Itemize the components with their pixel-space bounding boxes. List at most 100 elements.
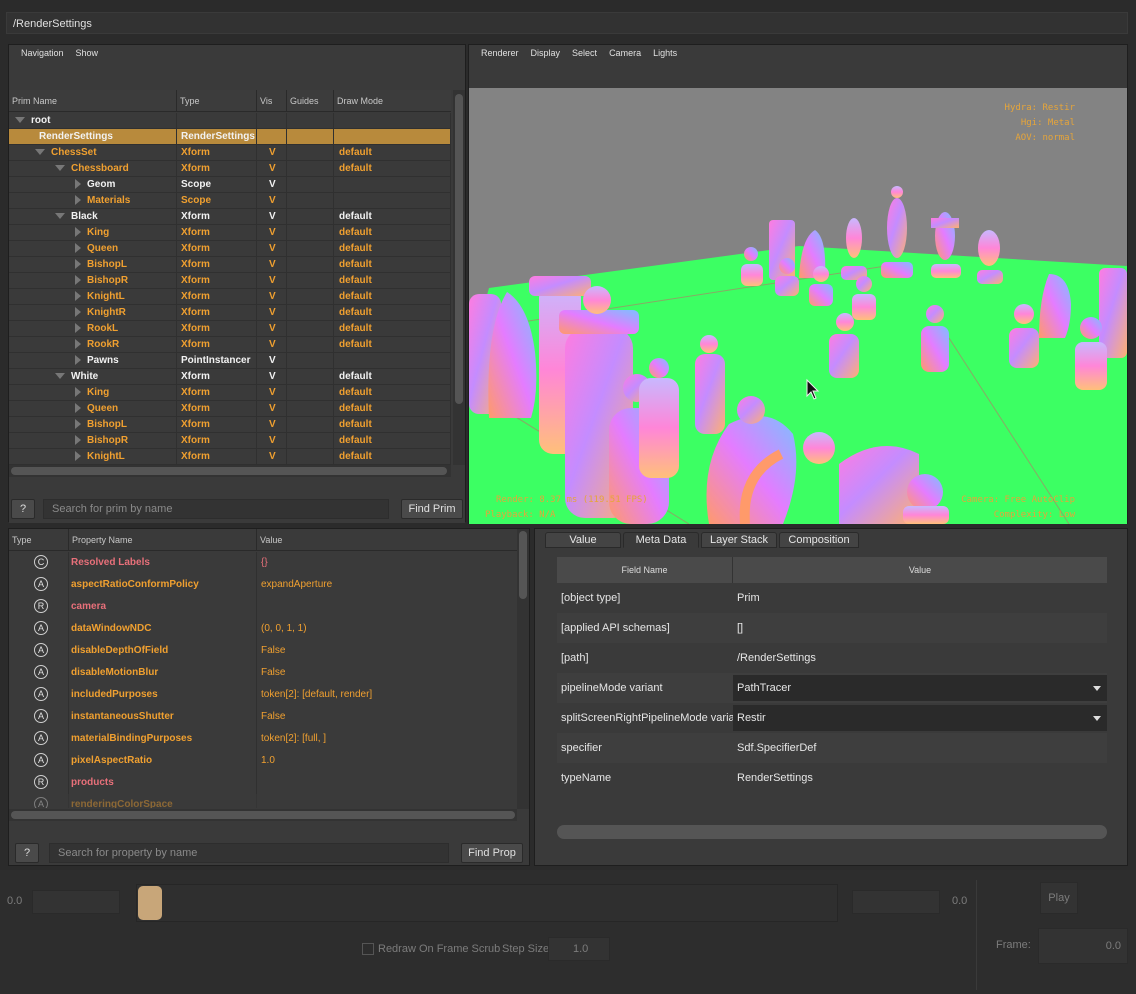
- prim-row[interactable]: BishopL Xform Vdefault: [9, 257, 451, 273]
- prim-row[interactable]: root: [9, 113, 451, 129]
- variant-dropdown[interactable]: Restir: [733, 705, 1107, 731]
- variant-dropdown[interactable]: PathTracer: [733, 675, 1107, 701]
- menu-display[interactable]: Display: [531, 48, 561, 87]
- prim-row[interactable]: Chessboard Xform Vdefault: [9, 161, 451, 177]
- property-row[interactable]: Rproducts: [9, 772, 517, 794]
- property-row[interactable]: Rcamera: [9, 596, 517, 618]
- prim-row[interactable]: Black Xform Vdefault: [9, 209, 451, 225]
- property-help-button[interactable]: ?: [15, 843, 39, 863]
- expand-right-icon[interactable]: [75, 435, 81, 446]
- col-draw-mode[interactable]: Draw Mode: [334, 90, 451, 111]
- prim-horizontal-scrollbar[interactable]: [9, 465, 451, 477]
- expand-right-icon[interactable]: [75, 403, 81, 414]
- col-guides[interactable]: Guides: [287, 90, 334, 111]
- expand-right-icon[interactable]: [75, 227, 81, 238]
- menu-navigation[interactable]: Navigation: [21, 48, 64, 91]
- tab-layer-stack[interactable]: Layer Stack: [701, 532, 777, 548]
- range-end-field[interactable]: [852, 890, 940, 914]
- scroll-thumb[interactable]: [455, 94, 463, 404]
- col-field-name[interactable]: Field Name: [557, 557, 733, 583]
- expand-right-icon[interactable]: [75, 339, 81, 350]
- frame-slider-handle[interactable]: [138, 886, 162, 920]
- prim-row[interactable]: BishopR Xform Vdefault: [9, 433, 451, 449]
- prim-row[interactable]: KnightR Xform Vdefault: [9, 305, 451, 321]
- prim-row[interactable]: King Xform Vdefault: [9, 385, 451, 401]
- find-prop-button[interactable]: Find Prop: [461, 843, 523, 863]
- expand-down-icon[interactable]: [15, 117, 25, 124]
- prim-row[interactable]: KnightL Xform Vdefault: [9, 449, 451, 465]
- prim-row[interactable]: Queen Xform Vdefault: [9, 401, 451, 417]
- menu-select[interactable]: Select: [572, 48, 597, 87]
- tab-meta-data[interactable]: Meta Data: [623, 532, 699, 548]
- property-row[interactable]: AincludedPurposes token[2]: [default, ren…: [9, 684, 517, 706]
- property-search-input[interactable]: Search for property by name: [49, 843, 449, 863]
- prim-row[interactable]: BishopR Xform Vdefault: [9, 273, 451, 289]
- prim-search-input[interactable]: Search for prim by name: [43, 499, 389, 519]
- play-button[interactable]: Play: [1040, 882, 1078, 914]
- col-type[interactable]: Type: [9, 529, 69, 550]
- menu-show[interactable]: Show: [76, 48, 99, 91]
- menu-camera[interactable]: Camera: [609, 48, 641, 87]
- expand-right-icon[interactable]: [75, 419, 81, 430]
- property-row[interactable]: AaspectRatioConformPolicy expandAperture: [9, 574, 517, 596]
- metadata-horizontal-scrollbar[interactable]: [557, 825, 1107, 839]
- prim-row[interactable]: BishopL Xform Vdefault: [9, 417, 451, 433]
- redraw-on-scrub-checkbox[interactable]: [362, 943, 374, 955]
- expand-down-icon[interactable]: [55, 165, 65, 172]
- prim-vertical-scrollbar[interactable]: [453, 90, 465, 465]
- expand-down-icon[interactable]: [55, 373, 65, 380]
- find-prim-button[interactable]: Find Prim: [401, 499, 463, 519]
- scroll-thumb[interactable]: [519, 531, 527, 599]
- col-type[interactable]: Type: [177, 90, 257, 111]
- chevron-down-icon[interactable]: [1093, 686, 1101, 691]
- property-row[interactable]: ArenderingColorSpace: [9, 794, 517, 808]
- expand-down-icon[interactable]: [35, 149, 45, 156]
- expand-right-icon[interactable]: [75, 355, 81, 366]
- expand-right-icon[interactable]: [75, 275, 81, 286]
- range-start-field[interactable]: [32, 890, 120, 914]
- menu-renderer[interactable]: Renderer: [481, 48, 519, 87]
- prim-row[interactable]: King Xform Vdefault: [9, 225, 451, 241]
- prim-row[interactable]: Geom Scope V: [9, 177, 451, 193]
- property-row[interactable]: C Resolved Labels {}: [9, 552, 517, 574]
- prim-row[interactable]: Queen Xform Vdefault: [9, 241, 451, 257]
- property-row[interactable]: AdisableDepthOfField False: [9, 640, 517, 662]
- menu-lights[interactable]: Lights: [653, 48, 677, 87]
- expand-right-icon[interactable]: [75, 451, 81, 462]
- frame-field[interactable]: 0.0: [1038, 928, 1128, 964]
- prim-row[interactable]: RenderSettings RenderSettings: [9, 129, 451, 145]
- col-value[interactable]: Value: [257, 529, 515, 550]
- property-row[interactable]: AinstantaneousShutter False: [9, 706, 517, 728]
- prim-row[interactable]: RookR Xform Vdefault: [9, 337, 451, 353]
- prim-row[interactable]: Materials Scope V: [9, 193, 451, 209]
- col-property-name[interactable]: Property Name: [69, 529, 257, 550]
- property-horizontal-scrollbar[interactable]: [9, 809, 517, 821]
- col-prim-name[interactable]: Prim Name: [9, 90, 177, 111]
- scroll-thumb[interactable]: [11, 467, 447, 475]
- col-vis[interactable]: Vis: [257, 90, 287, 111]
- prim-row[interactable]: ChessSet Xform Vdefault: [9, 145, 451, 161]
- expand-right-icon[interactable]: [75, 243, 81, 254]
- tab-value[interactable]: Value: [545, 532, 621, 548]
- path-field[interactable]: /RenderSettings: [6, 12, 1128, 34]
- 3d-viewport[interactable]: Hydra: Restir Hgi: Metal AOV: normal Ren…: [469, 88, 1127, 524]
- step-size-field[interactable]: 1.0: [548, 937, 610, 961]
- prim-help-button[interactable]: ?: [11, 499, 35, 519]
- expand-right-icon[interactable]: [75, 387, 81, 398]
- property-row[interactable]: AmaterialBindingPurposes token[2]: [full,…: [9, 728, 517, 750]
- expand-right-icon[interactable]: [75, 179, 81, 190]
- col-value[interactable]: Value: [733, 557, 1107, 583]
- prim-row[interactable]: RookL Xform Vdefault: [9, 321, 451, 337]
- expand-right-icon[interactable]: [75, 307, 81, 318]
- chevron-down-icon[interactable]: [1093, 716, 1101, 721]
- property-row[interactable]: AdisableMotionBlur False: [9, 662, 517, 684]
- property-vertical-scrollbar[interactable]: [517, 529, 529, 809]
- expand-right-icon[interactable]: [75, 291, 81, 302]
- prim-row[interactable]: Pawns PointInstancer V: [9, 353, 451, 369]
- property-row[interactable]: AdataWindowNDC (0, 0, 1, 1): [9, 618, 517, 640]
- tab-composition[interactable]: Composition: [779, 532, 859, 548]
- expand-right-icon[interactable]: [75, 323, 81, 334]
- property-row[interactable]: ApixelAspectRatio 1.0: [9, 750, 517, 772]
- scroll-thumb[interactable]: [11, 811, 515, 819]
- expand-down-icon[interactable]: [55, 213, 65, 220]
